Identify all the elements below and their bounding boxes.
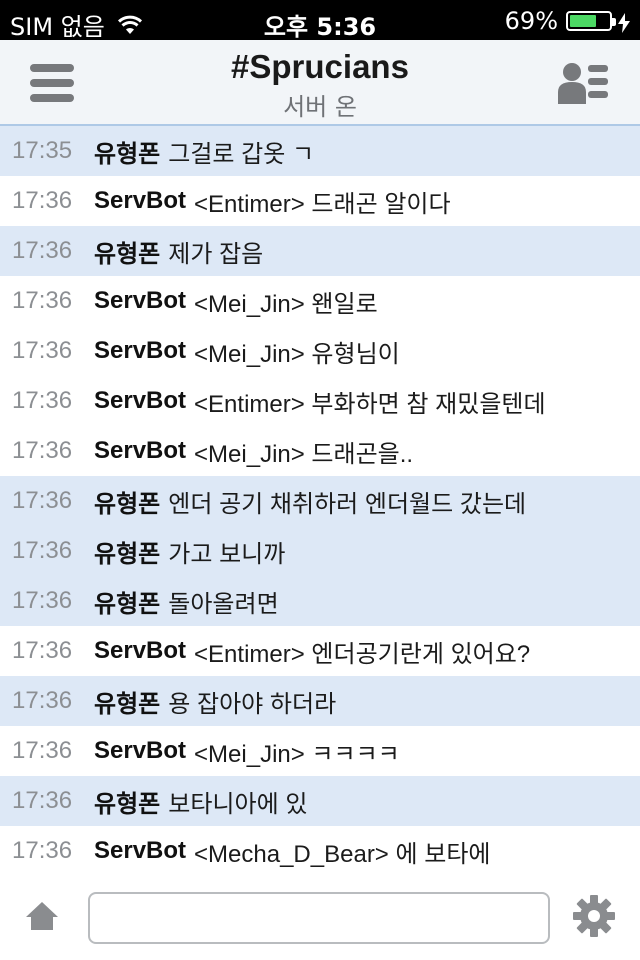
message-text: <Mei_Jin> 드래곤을..: [194, 440, 414, 468]
message-timestamp: 17:36: [12, 337, 73, 364]
battery-percent: 69%: [504, 7, 558, 35]
battery-fill: [570, 15, 597, 27]
message-input[interactable]: [88, 892, 550, 944]
message-timestamp: 17:36: [12, 637, 73, 664]
message-nickname[interactable]: ServBot: [94, 437, 186, 465]
server-status: 서버 온: [283, 93, 357, 121]
message-text: <Entimer> 엔더공기란게 있어요?: [194, 640, 531, 668]
message-row[interactable]: 17:36 유형폰 가고 보니까: [0, 526, 640, 576]
message-row[interactable]: 17:36 유형폰 돌아올려면: [0, 576, 640, 626]
message-nickname[interactable]: 유형폰: [94, 534, 160, 569]
message-row[interactable]: 17:36 ServBot <Mei_Jin> ㅋㅋㅋㅋ: [0, 726, 640, 776]
message-row[interactable]: 17:35 유형폰 그걸로 갑옷 ㄱ: [0, 126, 640, 176]
message-row[interactable]: 17:36 ServBot <Entimer> 부화하면 참 재밌을텐데: [0, 376, 640, 426]
message-row[interactable]: 17:36 ServBot <Entimer> 드래곤 알이다: [0, 176, 640, 226]
message-row[interactable]: 17:36 유형폰 엔더 공기 채취하러 엔더월드 갔는데: [0, 476, 640, 526]
message-text: <Mei_Jin> ㅋㅋㅋㅋ: [194, 740, 400, 768]
message-nickname[interactable]: ServBot: [94, 337, 186, 365]
message-timestamp: 17:36: [12, 287, 73, 314]
message-timestamp: 17:36: [12, 737, 73, 764]
message-row[interactable]: 17:36 ServBot <Mei_Jin> 왠일로: [0, 276, 640, 326]
message-text: 용 잡아야 하더라: [168, 690, 337, 718]
message-row[interactable]: 17:36 ServBot <Entimer> 엔더공기란게 있어요?: [0, 626, 640, 676]
message-row[interactable]: 17:36 유형폰 용 잡아야 하더라: [0, 676, 640, 726]
message-nickname[interactable]: ServBot: [94, 737, 186, 765]
message-timestamp: 17:36: [12, 487, 73, 514]
settings-button[interactable]: [572, 894, 616, 938]
message-text: <Entimer> 드래곤 알이다: [194, 190, 451, 218]
message-text: <Entimer> 부화하면 참 재밌을텐데: [194, 390, 546, 418]
message-timestamp: 17:36: [12, 687, 73, 714]
message-text: 엔더 공기 채취하러 엔더월드 갔는데: [168, 490, 527, 518]
message-timestamp: 17:36: [12, 187, 73, 214]
message-nickname[interactable]: 유형폰: [94, 584, 160, 619]
user-list-button[interactable]: [558, 60, 610, 106]
message-text: <Mei_Jin> 왠일로: [194, 290, 378, 318]
message-nickname[interactable]: ServBot: [94, 187, 186, 215]
message-timestamp: 17:36: [12, 537, 73, 564]
message-timestamp: 17:36: [12, 587, 73, 614]
charging-bolt-icon: [618, 11, 630, 33]
message-row[interactable]: 17:36 ServBot <Mei_Jin> 드래곤을..: [0, 426, 640, 476]
message-row[interactable]: 17:36 ServBot <Mei_Jin> 유형님이: [0, 326, 640, 376]
message-text: 돌아올려면: [168, 590, 279, 618]
message-timestamp: 17:36: [12, 837, 73, 864]
message-timestamp: 17:35: [12, 137, 73, 164]
status-bar: SIM 없음 오후 5:36 69%: [0, 0, 640, 41]
message-timestamp: 17:36: [12, 437, 73, 464]
message-timestamp: 17:36: [12, 787, 73, 814]
message-timestamp: 17:36: [12, 237, 73, 264]
home-icon: [26, 902, 58, 930]
message-nickname[interactable]: 유형폰: [94, 484, 160, 519]
message-nickname[interactable]: ServBot: [94, 637, 186, 665]
message-text: <Mecha_D_Bear> 에 보타에: [194, 840, 491, 868]
user-list-icon: [558, 63, 608, 104]
message-text: <Mei_Jin> 유형님이: [194, 340, 400, 368]
message-text: 그걸로 갑옷 ㄱ: [168, 140, 315, 168]
gear-icon: [573, 895, 615, 937]
channel-header: #Sprucians 서버 온: [0, 40, 640, 126]
battery-icon: [566, 11, 616, 31]
input-bar: [0, 876, 640, 960]
message-nickname[interactable]: 유형폰: [94, 234, 160, 269]
message-list[interactable]: 17:35 유형폰 그걸로 갑옷 ㄱ 17:36 ServBot <Entimer> 드래…: [0, 126, 640, 876]
message-nickname[interactable]: 유형폰: [94, 684, 160, 719]
message-row[interactable]: 17:36 ServBot <Mecha_D_Bear> 에 보타에: [0, 826, 640, 876]
message-nickname[interactable]: ServBot: [94, 837, 186, 865]
message-text: 가고 보니까: [168, 540, 286, 568]
message-timestamp: 17:36: [12, 387, 73, 414]
message-row[interactable]: 17:36 유형폰 제가 잡음: [0, 226, 640, 276]
message-nickname[interactable]: ServBot: [94, 287, 186, 315]
message-nickname[interactable]: 유형폰: [94, 134, 160, 169]
home-button[interactable]: [24, 898, 60, 934]
message-row[interactable]: 17:36 유형폰 보타니아에 있: [0, 776, 640, 826]
status-right: 69%: [505, 7, 630, 35]
channel-title: #Sprucians: [231, 48, 409, 85]
message-text: 제가 잡음: [168, 240, 264, 268]
message-nickname[interactable]: 유형폰: [94, 784, 160, 819]
message-text: 보타니아에 있: [168, 790, 308, 818]
message-nickname[interactable]: ServBot: [94, 387, 186, 415]
